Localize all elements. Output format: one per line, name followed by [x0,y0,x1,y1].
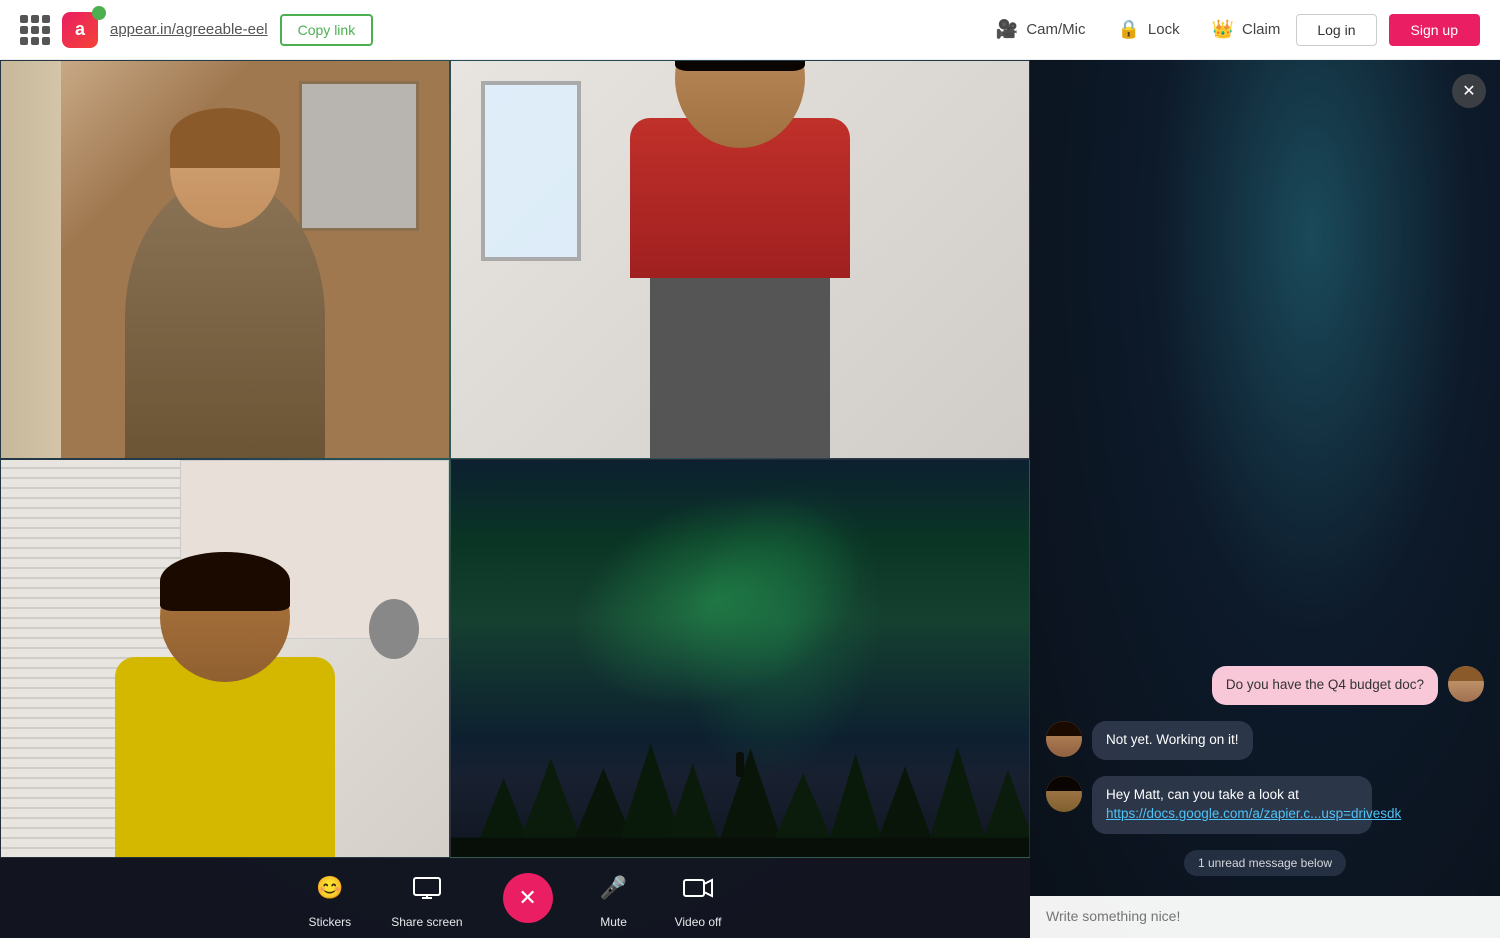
share-screen-icon [406,867,448,909]
avatar-self [1448,666,1484,702]
end-call-button[interactable]: ✕ [503,873,553,923]
apps-grid-icon[interactable] [20,15,50,45]
unread-message-banner: 1 unread message below [1184,850,1346,876]
person2-fan [369,599,419,659]
video-off-label: Video off [675,915,722,929]
nav-left: a appear.in/agreeable-eel Copy link [20,12,980,48]
person3-bg [451,61,1029,458]
chat-bubble-self: Do you have the Q4 budget doc? [1212,666,1438,705]
person2-bg [1,460,449,857]
chat-message-text: Do you have the Q4 budget doc? [1226,677,1424,692]
chat-message-row: Not yet. Working on it! [1046,721,1484,760]
cam-mic-nav[interactable]: 🎥 Cam/Mic [996,19,1086,40]
lock-icon: 🔒 [1117,19,1139,40]
camera-icon: 🎥 [996,19,1018,40]
video-cell-person2 [0,459,450,858]
person2-body [115,657,335,857]
video-cell-person3 [450,60,1030,459]
share-screen-label: Share screen [391,915,462,929]
chat-input-area [1030,896,1500,938]
mute-icon: 🎤 [593,867,635,909]
chat-message-row: Hey Matt, can you take a look at https:/… [1046,776,1484,834]
chat-message-row: Do you have the Q4 budget doc? [1046,666,1484,705]
person-silhouette [736,752,744,777]
claim-nav[interactable]: 👑 Claim [1212,19,1281,40]
video-cell-person1 [0,60,450,459]
avatar-other2 [1046,776,1082,812]
stickers-label: Stickers [309,915,352,929]
top-navigation: a appear.in/agreeable-eel Copy link 🎥 Ca… [0,0,1500,60]
person1-hair [170,108,280,168]
lock-nav[interactable]: 🔒 Lock [1117,19,1179,40]
chat-close-button[interactable]: ✕ [1452,74,1486,108]
person2-head [160,552,290,682]
chat-input[interactable] [1046,908,1484,924]
main-content: 😊 Stickers Share screen ✕ 🎤 Mute [0,60,1500,938]
logo-bubble-decoration [92,6,106,20]
aurora-scene [451,460,1029,857]
crown-icon: 👑 [1212,19,1234,40]
signup-button[interactable]: Sign up [1389,14,1480,46]
stickers-button[interactable]: 😊 Stickers [309,867,352,929]
stickers-icon: 😊 [309,867,351,909]
lock-label: Lock [1148,21,1180,38]
chat-bubble-other1: Not yet. Working on it! [1092,721,1253,760]
toolbar: 😊 Stickers Share screen ✕ 🎤 Mute [0,858,1030,938]
person3-window [481,81,581,261]
person1-bg [1,61,449,458]
nav-right: Log in Sign up [1296,14,1480,46]
login-button[interactable]: Log in [1296,14,1376,46]
mute-button[interactable]: 🎤 Mute [593,867,635,929]
mute-label: Mute [600,915,627,929]
claim-label: Claim [1242,21,1280,38]
copy-link-button[interactable]: Copy link [280,14,374,46]
video-off-icon [677,867,719,909]
cam-mic-label: Cam/Mic [1026,21,1085,38]
chat-bubble-other2: Hey Matt, can you take a look at https:/… [1092,776,1372,834]
person3-hair [675,61,805,71]
logo: a [62,12,98,48]
chat-link[interactable]: https://docs.google.com/a/zapier.c...usp… [1106,806,1401,821]
video-cell-aurora [450,459,1030,858]
video-grid [0,60,1030,858]
chat-messages: Do you have the Q4 budget doc? Not yet. … [1030,60,1500,896]
person2-hair [160,552,290,611]
video-area: 😊 Stickers Share screen ✕ 🎤 Mute [0,60,1030,938]
chat-sidebar: ✕ Do you have the Q4 budget doc? [1030,60,1500,938]
chat-message-text: Not yet. Working on it! [1106,732,1239,747]
person1-head [170,108,280,228]
nav-center: 🎥 Cam/Mic 🔒 Lock 👑 Claim [996,19,1280,40]
share-screen-button[interactable]: Share screen [391,867,462,929]
video-off-button[interactable]: Video off [675,867,722,929]
person1-curtain [1,61,61,458]
logo-icon: a [62,12,98,48]
avatar-other1 [1046,721,1082,757]
person1-window [299,81,419,231]
room-url[interactable]: appear.in/agreeable-eel [110,21,268,38]
close-icon: ✕ [1462,81,1475,101]
